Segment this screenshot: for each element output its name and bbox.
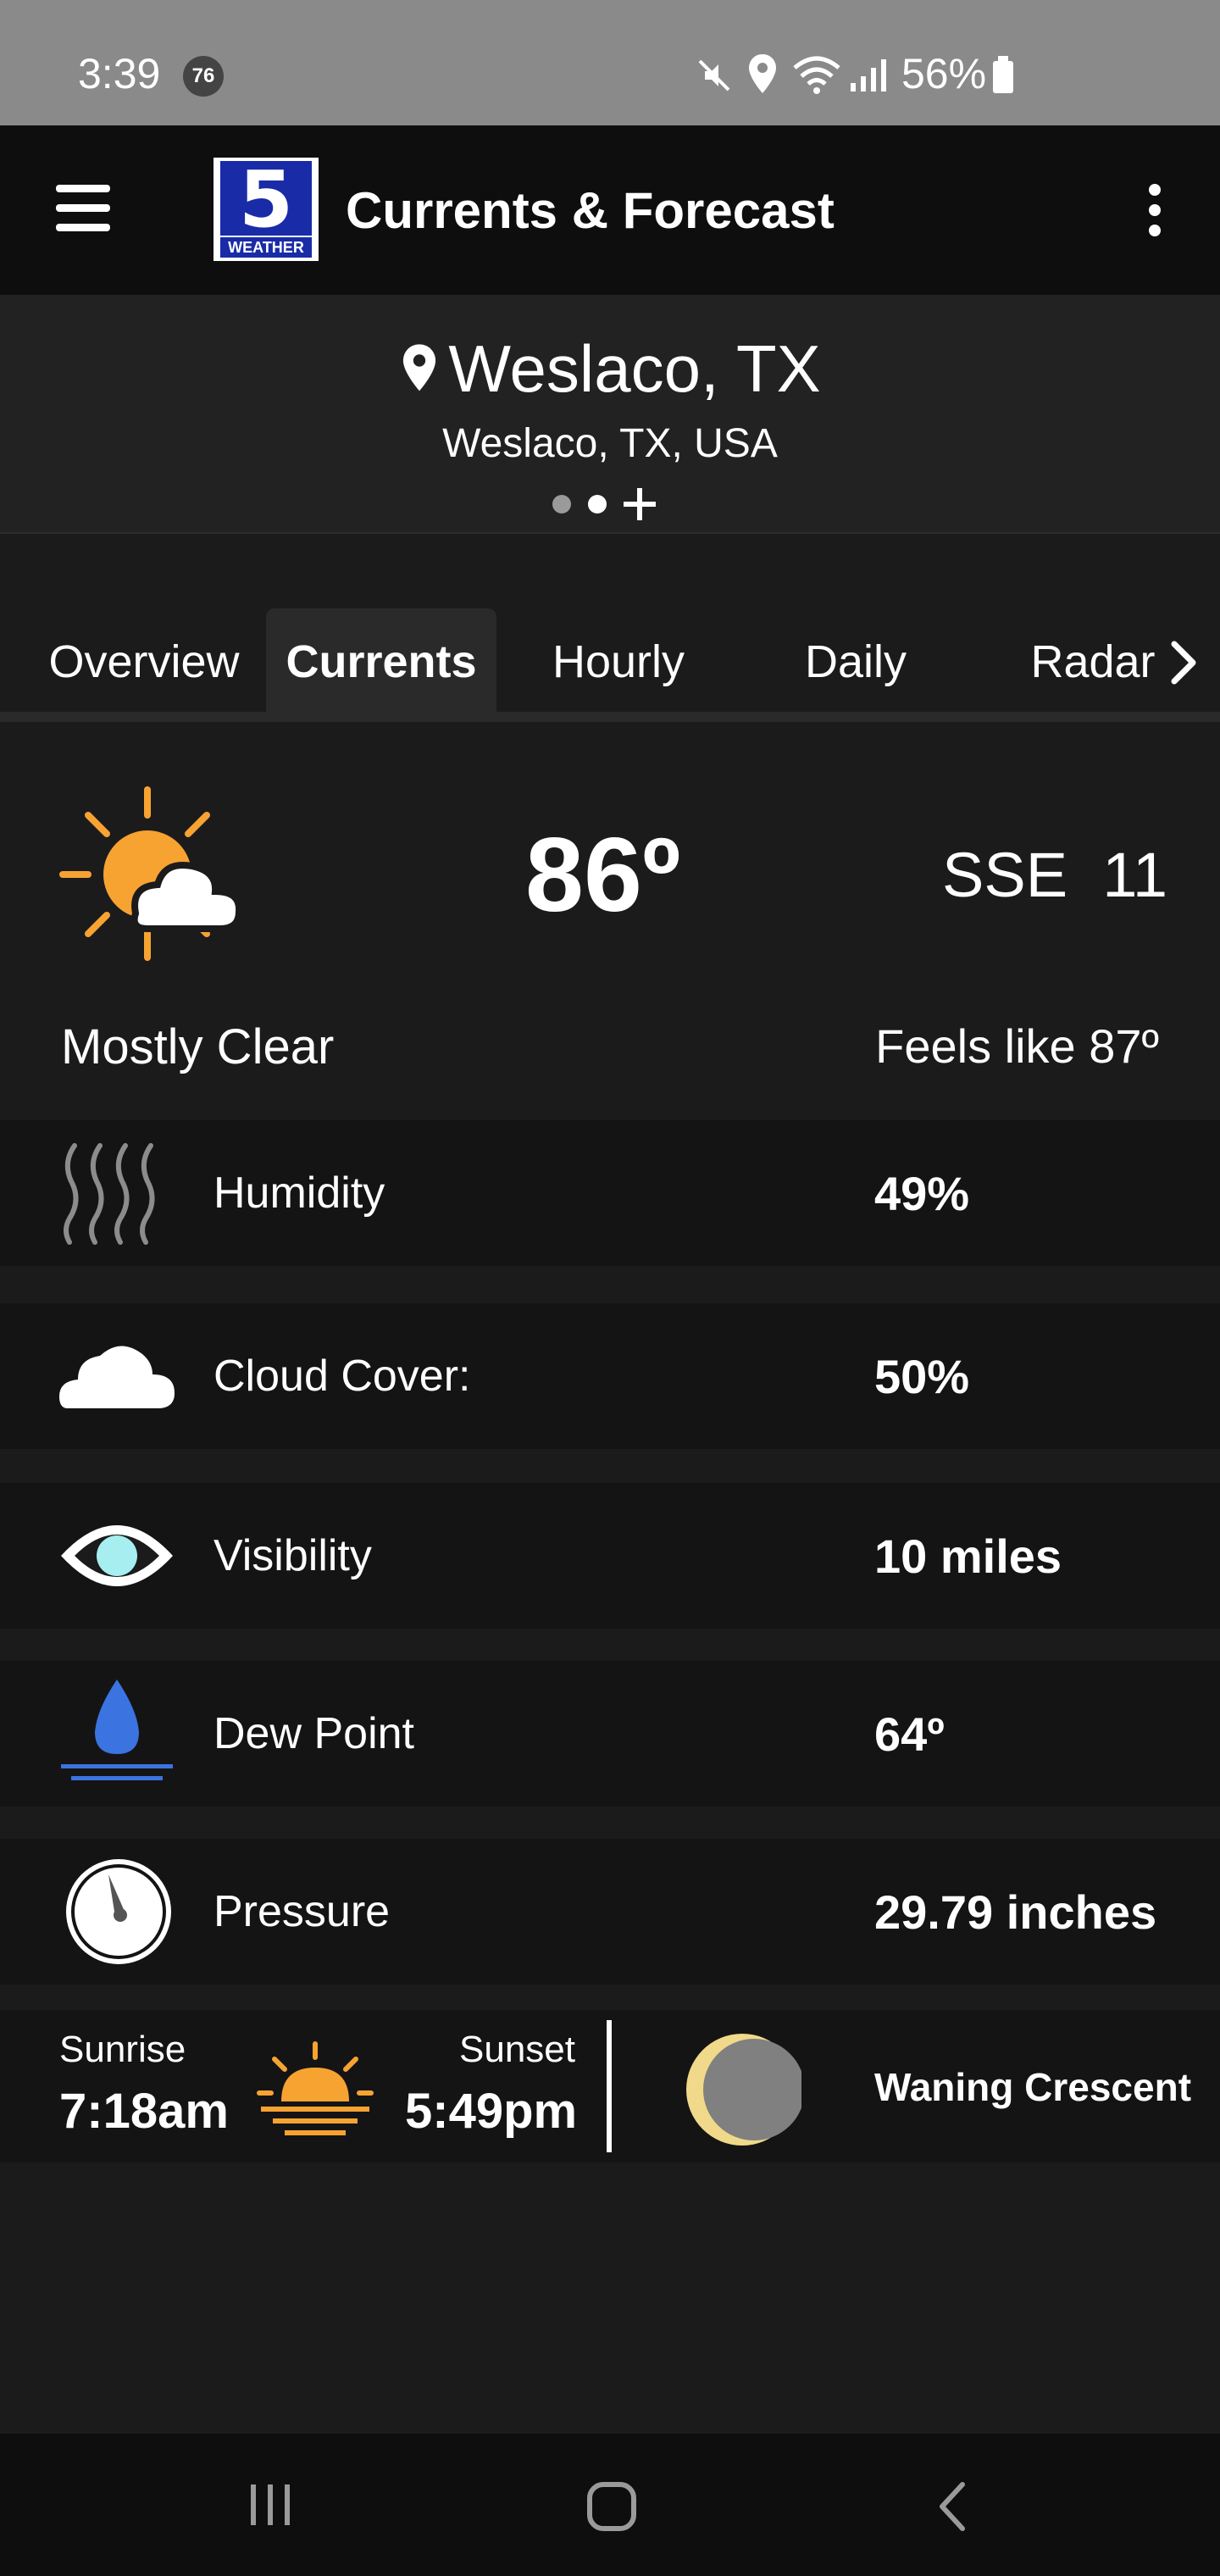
- moon-phase-icon: [686, 2034, 801, 2146]
- logo-text: WEATHER: [220, 237, 312, 258]
- tab-radar[interactable]: Radar: [1017, 608, 1169, 715]
- battery-icon: [993, 56, 1013, 93]
- tab-underline: [0, 712, 1220, 722]
- tab-overview[interactable]: Overview: [25, 608, 263, 715]
- sunset-label: Sunset: [459, 2029, 575, 2070]
- status-bar: 3:39 76 56%: [0, 0, 1220, 125]
- tab-bar: Overview Currents Hourly Daily Radar: [0, 608, 1220, 715]
- dew-point-label: Dew Point: [214, 1709, 414, 1758]
- moon-phase-text: Waning Crescent: [874, 2065, 1192, 2109]
- divider: [607, 2020, 612, 2152]
- sunset-time: 5:49pm: [405, 2084, 578, 2139]
- condition-text: Mostly Clear: [61, 1019, 335, 1074]
- page-dot[interactable]: [552, 495, 571, 514]
- cloud-cover-value: 50%: [874, 1350, 970, 1403]
- cloud-icon: [59, 1346, 175, 1408]
- status-time: 3:39: [78, 50, 161, 97]
- wind-value: SSE 11: [942, 840, 1168, 910]
- add-location-icon[interactable]: [622, 486, 657, 522]
- sunrise-label: Sunrise: [59, 2029, 186, 2070]
- location-city-text: Weslaco, TX: [448, 331, 821, 406]
- cloud-cover-label: Cloud Cover:: [214, 1352, 471, 1401]
- location-pin-icon: [403, 344, 436, 391]
- gauge-icon: [66, 1859, 171, 1964]
- sun-moon-row: Sunrise 7:18am Sunset 5:49pm Waning Cres…: [0, 2010, 1220, 2162]
- dew-point-value: 64º: [874, 1707, 945, 1761]
- mute-icon: [698, 59, 730, 92]
- more-options-icon[interactable]: [1142, 181, 1167, 239]
- visibility-value: 10 miles: [874, 1530, 1062, 1583]
- sunrise-time: 7:18am: [59, 2084, 229, 2139]
- humidity-label: Humidity: [214, 1169, 385, 1218]
- page-dot-active[interactable]: [588, 495, 607, 514]
- app-bar: 5 WEATHER Currents & Forecast: [0, 125, 1220, 295]
- feels-like-text: Feels like 87º: [875, 1019, 1159, 1073]
- location-pin-icon: [749, 54, 776, 93]
- humidity-value: 49%: [874, 1167, 970, 1220]
- location-full: Weslaco, TX, USA: [442, 421, 778, 466]
- recent-apps-icon[interactable]: [246, 2481, 297, 2529]
- pressure-value: 29.79 inches: [874, 1885, 1157, 1939]
- partly-cloudy-sun-icon: [59, 786, 243, 961]
- detail-row-visibility: Visibility 10 miles: [0, 1483, 1220, 1629]
- logo-number: 5: [220, 161, 312, 239]
- chevron-right-icon[interactable]: [1167, 641, 1198, 685]
- current-conditions: 86º SSE 11 Mostly Clear Feels like 87º: [0, 722, 1220, 1119]
- detail-row-humidity: Humidity 49%: [0, 1120, 1220, 1266]
- droplet-icon: [61, 1679, 173, 1780]
- home-icon[interactable]: [585, 2479, 639, 2534]
- detail-row-cloud-cover: Cloud Cover: 50%: [0, 1303, 1220, 1449]
- visibility-label: Visibility: [214, 1531, 372, 1580]
- location-city: Weslaco, TX: [0, 330, 1220, 408]
- detail-row-pressure: Pressure 29.79 inches: [0, 1839, 1220, 1985]
- eye-icon: [61, 1525, 173, 1586]
- page-title: Currents & Forecast: [346, 182, 835, 239]
- battery-percent: 56%: [901, 50, 987, 97]
- detail-row-dew-point: Dew Point 64º: [0, 1661, 1220, 1807]
- signal-icon: [851, 59, 886, 92]
- pressure-label: Pressure: [214, 1887, 391, 1936]
- back-icon[interactable]: [935, 2481, 969, 2532]
- tab-daily[interactable]: Daily: [746, 608, 966, 715]
- current-temperature: 86º: [525, 817, 681, 934]
- tab-hourly[interactable]: Hourly: [508, 608, 729, 715]
- sunset-icon: [257, 2041, 374, 2135]
- system-nav-bar: [0, 2434, 1220, 2576]
- wifi-icon: [793, 56, 840, 94]
- station-logo: 5 WEATHER: [214, 158, 319, 261]
- tab-currents[interactable]: Currents: [266, 608, 496, 715]
- hamburger-menu-icon[interactable]: [56, 181, 114, 236]
- humidity-icon: [64, 1143, 155, 1245]
- notification-count-badge: 76: [183, 56, 224, 97]
- location-header[interactable]: Weslaco, TX Weslaco, TX, USA: [0, 295, 1220, 534]
